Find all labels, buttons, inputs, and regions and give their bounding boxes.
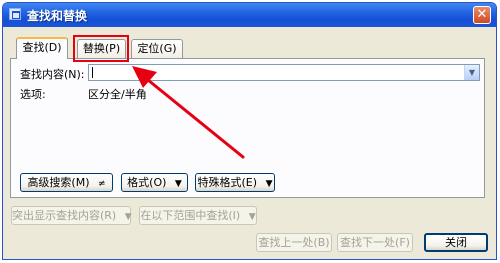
annotation-arrow-icon (132, 66, 245, 159)
